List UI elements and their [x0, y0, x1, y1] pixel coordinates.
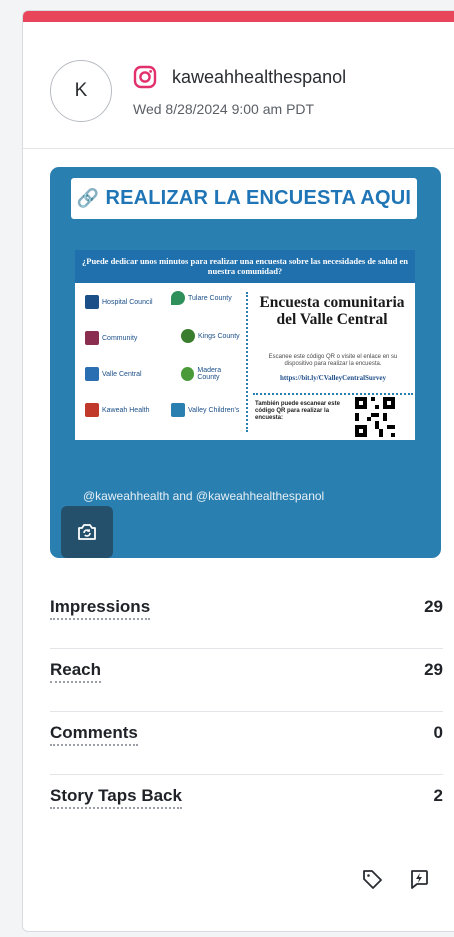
metric-label[interactable]: Story Taps Back [50, 786, 182, 809]
metric-value: 29 [424, 660, 443, 679]
post-actions [361, 867, 451, 893]
logo: Community [85, 326, 137, 350]
accent-bar [23, 11, 454, 22]
logo: Valle Central [85, 362, 142, 386]
partner-logos: Hospital Council Tulare County Community… [75, 286, 243, 436]
metric-row-impressions: Impressions 29 [50, 586, 443, 649]
qr-code [355, 397, 395, 437]
camera-switch-button[interactable] [61, 506, 113, 558]
divider [246, 292, 248, 432]
logo: Hospital Council [85, 290, 153, 314]
logo: Kings County [181, 324, 240, 348]
divider [253, 393, 413, 395]
tag-icon[interactable] [361, 867, 385, 891]
account-name[interactable]: kaweahhealthespanol [172, 67, 346, 88]
survey-link-banner[interactable]: 🔗 REALIZAR LA ENCUESTA AQUI [71, 178, 417, 219]
post-header: K kaweahhealthespanol Wed 8/28/2024 9:00… [23, 22, 454, 149]
instagram-icon [133, 65, 157, 89]
metric-value: 29 [424, 597, 443, 616]
camera-switch-icon [78, 524, 96, 540]
survey-title: Encuesta comunitaria del Valle Central [259, 294, 405, 328]
boost-icon[interactable] [407, 867, 431, 891]
avatar[interactable]: K [50, 60, 112, 122]
metric-row-story-taps-back: Story Taps Back 2 [50, 775, 443, 837]
survey-instructions: Escanee este código QR o visite el enlac… [268, 354, 398, 367]
survey-flyer: ¿Puede dedicar unos minutos para realiza… [75, 250, 415, 440]
metric-label[interactable]: Comments [50, 723, 138, 746]
story-preview[interactable]: 🔗 REALIZAR LA ENCUESTA AQUI ¿Puede dedic… [50, 167, 441, 558]
qr-instructions: También puede escanear este código QR pa… [255, 401, 340, 421]
post-datetime: Wed 8/28/2024 9:00 am PDT [133, 101, 315, 117]
metric-label[interactable]: Reach [50, 660, 102, 683]
metric-label[interactable]: Impressions [50, 597, 151, 620]
survey-question: ¿Puede dedicar unos minutos para realiza… [75, 250, 415, 283]
logo: Valley Children's [171, 398, 239, 422]
metric-row-reach: Reach 29 [50, 649, 443, 712]
logo: Madera County [181, 362, 243, 386]
metric-value: 2 [433, 786, 443, 805]
metric-value: 0 [433, 723, 443, 742]
banner-text: REALIZAR LA ENCUESTA AQUI [105, 187, 412, 209]
post-card: K kaweahhealthespanol Wed 8/28/2024 9:00… [22, 10, 454, 932]
metric-row-comments: Comments 0 [50, 712, 443, 775]
link-icon: 🔗 [76, 188, 100, 208]
logo: Kaweah Health [85, 398, 149, 422]
survey-url: https://bit.ly/CValleyCentralSurvey [279, 374, 387, 382]
story-caption: @kaweahhealth and @kaweahhealthespanol [83, 489, 325, 503]
metrics-list: Impressions 29 Reach 29 Comments 0 Story… [50, 586, 443, 837]
logo: Tulare County [171, 286, 232, 310]
